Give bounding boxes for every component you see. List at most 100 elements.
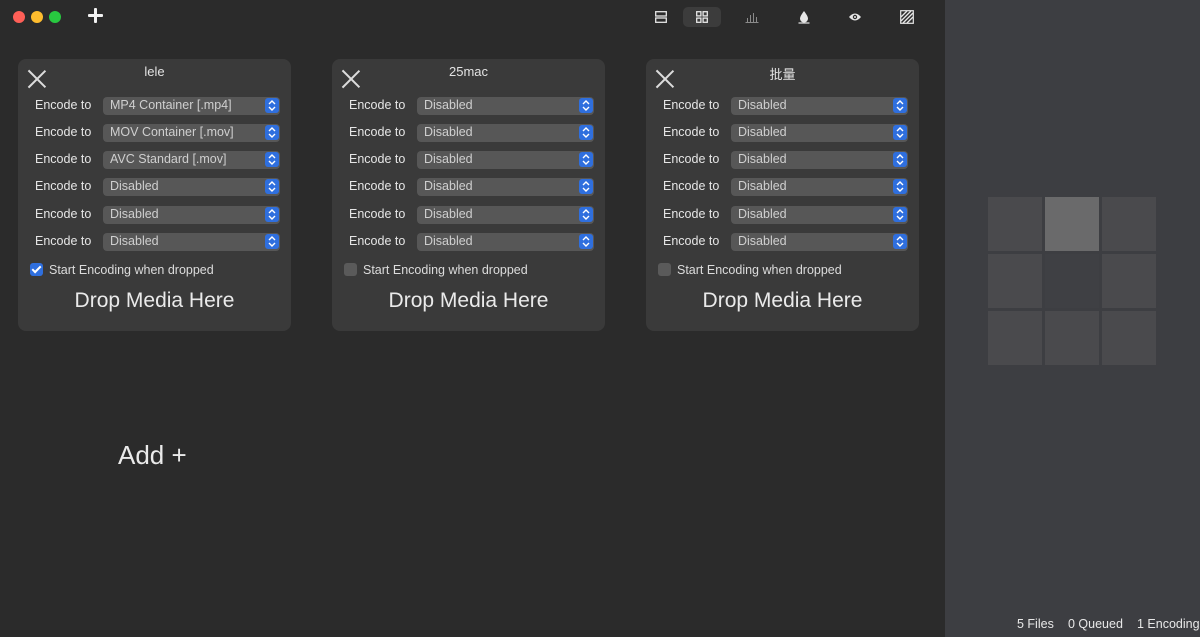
start-encoding-label: Start Encoding when dropped bbox=[363, 263, 528, 277]
preview-cell bbox=[1102, 311, 1156, 365]
encode-preset-value: Disabled bbox=[110, 234, 159, 248]
encode-preset-select[interactable]: Disabled bbox=[417, 178, 594, 196]
encode-to-label: Encode to bbox=[349, 98, 406, 112]
preview-cell bbox=[1102, 254, 1156, 308]
encode-to-label: Encode to bbox=[349, 125, 406, 139]
watch-folder-card: 25mac Encode to Disabled Encode to Disabled E… bbox=[332, 59, 605, 331]
encode-preset-value: Disabled bbox=[424, 125, 473, 139]
encode-preset-select[interactable]: Disabled bbox=[731, 206, 908, 224]
minimize-window-button[interactable] bbox=[31, 11, 43, 23]
encode-preset-select[interactable]: Disabled bbox=[417, 206, 594, 224]
encode-row: Encode to Disabled bbox=[349, 124, 594, 142]
preview-cell bbox=[988, 311, 1042, 365]
card-title: 25mac bbox=[448, 64, 489, 79]
layout-grid-icon[interactable] bbox=[683, 7, 721, 27]
encode-preset-value: Disabled bbox=[424, 152, 473, 166]
chevron-updown-icon bbox=[265, 152, 279, 167]
encode-preset-select[interactable]: Disabled bbox=[731, 124, 908, 142]
encode-preset-value: Disabled bbox=[424, 234, 473, 248]
encode-to-label: Encode to bbox=[35, 207, 92, 221]
encode-row: Encode to Disabled bbox=[35, 233, 280, 251]
encode-preset-select[interactable]: Disabled bbox=[103, 206, 280, 224]
chevron-updown-icon bbox=[893, 125, 907, 140]
preview-cell bbox=[1045, 311, 1099, 365]
encode-to-label: Encode to bbox=[35, 234, 92, 248]
chevron-updown-icon bbox=[579, 234, 593, 249]
card-title: lele bbox=[144, 64, 165, 79]
encode-to-label: Encode to bbox=[35, 125, 92, 139]
encode-to-label: Encode to bbox=[35, 152, 92, 166]
encode-preset-select[interactable]: Disabled bbox=[417, 151, 594, 169]
encode-to-label: Encode to bbox=[35, 179, 92, 193]
preview-sidebar: 5 Files 0 Queued 1 Encoding bbox=[945, 0, 1200, 637]
close-window-button[interactable] bbox=[13, 11, 25, 23]
chevron-updown-icon bbox=[893, 207, 907, 222]
encode-row: Encode to MOV Container [.mov] bbox=[35, 124, 280, 142]
encode-preset-value: AVC Standard [.mov] bbox=[110, 152, 227, 166]
encode-to-label: Encode to bbox=[663, 152, 720, 166]
eye-icon[interactable] bbox=[836, 7, 874, 27]
zoom-window-button[interactable] bbox=[49, 11, 61, 23]
encode-to-label: Encode to bbox=[663, 125, 720, 139]
chart-bars-icon[interactable] bbox=[733, 7, 771, 27]
encode-preset-select[interactable]: Disabled bbox=[417, 233, 594, 251]
preview-cell bbox=[1102, 197, 1156, 251]
encode-preset-value: MOV Container [.mov] bbox=[110, 125, 234, 139]
chevron-updown-icon bbox=[893, 234, 907, 249]
start-encoding-label: Start Encoding when dropped bbox=[49, 263, 214, 277]
encode-to-label: Encode to bbox=[349, 179, 406, 193]
layout-rows-icon[interactable] bbox=[642, 7, 680, 27]
encode-row: Encode to Disabled bbox=[349, 206, 594, 224]
start-encoding-label: Start Encoding when dropped bbox=[677, 263, 842, 277]
encode-preset-value: Disabled bbox=[738, 98, 787, 112]
encode-row: Encode to Disabled bbox=[663, 178, 908, 196]
encode-preset-value: Disabled bbox=[424, 98, 473, 112]
encode-preset-select[interactable]: AVC Standard [.mov] bbox=[103, 151, 280, 169]
encode-row: Encode to Disabled bbox=[663, 233, 908, 251]
droplet-icon[interactable] bbox=[785, 7, 823, 27]
encode-row: Encode to Disabled bbox=[663, 151, 908, 169]
start-encoding-checkbox[interactable] bbox=[344, 263, 357, 276]
app-window: lele Encode to MP4 Container [.mp4] Encode … bbox=[0, 0, 1200, 637]
encode-preset-value: Disabled bbox=[110, 207, 159, 221]
encode-to-label: Encode to bbox=[349, 152, 406, 166]
preview-cell-highlighted bbox=[1045, 197, 1099, 251]
encode-preset-value: Disabled bbox=[738, 234, 787, 248]
preview-cell bbox=[988, 197, 1042, 251]
start-encoding-option[interactable]: Start Encoding when dropped bbox=[658, 263, 908, 279]
chevron-updown-icon bbox=[265, 125, 279, 140]
start-encoding-checkbox[interactable] bbox=[658, 263, 671, 276]
encode-row: Encode to Disabled bbox=[35, 178, 280, 196]
encode-preset-value: Disabled bbox=[738, 152, 787, 166]
drop-media-zone[interactable]: Drop Media Here bbox=[646, 289, 919, 313]
encode-preset-value: Disabled bbox=[424, 179, 473, 193]
encode-row: Encode to Disabled bbox=[349, 97, 594, 115]
encode-preset-select[interactable]: Disabled bbox=[731, 233, 908, 251]
add-watch-folder-button[interactable]: Add + bbox=[118, 440, 187, 471]
encode-preset-select[interactable]: MOV Container [.mov] bbox=[103, 124, 280, 142]
encode-preset-value: MP4 Container [.mp4] bbox=[110, 98, 232, 112]
start-encoding-option[interactable]: Start Encoding when dropped bbox=[344, 263, 594, 279]
encode-preset-select[interactable]: Disabled bbox=[417, 97, 594, 115]
drop-media-zone[interactable]: Drop Media Here bbox=[332, 289, 605, 313]
start-encoding-checkbox[interactable] bbox=[30, 263, 43, 276]
add-watch-folder-icon[interactable] bbox=[86, 6, 106, 26]
encode-row: Encode to AVC Standard [.mov] bbox=[35, 151, 280, 169]
start-encoding-option[interactable]: Start Encoding when dropped bbox=[30, 263, 280, 279]
watch-folder-card: 批量 Encode to Disabled Encode to Disabled Enco… bbox=[646, 59, 919, 331]
encode-preset-select[interactable]: Disabled bbox=[731, 151, 908, 169]
chevron-updown-icon bbox=[893, 152, 907, 167]
encode-preset-select[interactable]: Disabled bbox=[103, 178, 280, 196]
striped-square-icon[interactable] bbox=[888, 7, 926, 27]
encode-preset-select[interactable]: Disabled bbox=[417, 124, 594, 142]
encode-row: Encode to Disabled bbox=[349, 233, 594, 251]
drop-media-zone[interactable]: Drop Media Here bbox=[18, 289, 291, 313]
status-encoding: 1 Encoding bbox=[1137, 617, 1200, 631]
encode-preset-select[interactable]: Disabled bbox=[731, 97, 908, 115]
encode-preset-select[interactable]: Disabled bbox=[103, 233, 280, 251]
encode-preset-select[interactable]: Disabled bbox=[731, 178, 908, 196]
preview-cell bbox=[988, 254, 1042, 308]
encode-preset-select[interactable]: MP4 Container [.mp4] bbox=[103, 97, 280, 115]
chevron-updown-icon bbox=[893, 98, 907, 113]
chevron-updown-icon bbox=[265, 98, 279, 113]
